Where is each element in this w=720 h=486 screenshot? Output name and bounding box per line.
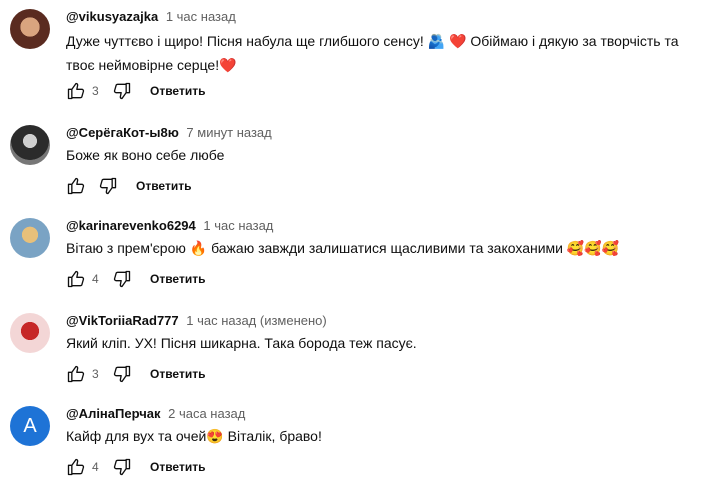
avatar[interactable]: A <box>10 406 50 446</box>
dislike-icon[interactable] <box>98 176 118 196</box>
avatar[interactable] <box>10 313 50 353</box>
comment-actions: Ответить <box>66 174 191 198</box>
text-segment: Обіймаю і дякую за творчість та <box>466 33 679 49</box>
like-icon[interactable] <box>66 176 86 196</box>
hug-emoji: 🫂 <box>427 33 446 49</box>
comment-text: Кайф для вух та очей😍 Віталік, браво! <box>66 424 706 448</box>
timestamp[interactable]: 7 минут назад <box>186 125 271 140</box>
timestamp[interactable]: 1 час назад <box>166 9 236 24</box>
timestamp[interactable]: 1 час назад <box>203 218 273 233</box>
text-segment: Вітаю з прем'єрою <box>66 240 190 256</box>
timestamp[interactable]: 2 часа назад <box>168 406 245 421</box>
reply-button[interactable]: Ответить <box>136 179 191 193</box>
comment-text: Боже як воно себе любе <box>66 143 706 167</box>
text-segment: Віталік, браво! <box>223 428 322 444</box>
dislike-icon[interactable] <box>112 364 132 384</box>
heart-emoji: ❤️ <box>219 57 237 73</box>
comment-text: Дуже чуттєво і щиро! Пісня набула ще гли… <box>66 29 706 77</box>
heart-eyes-emoji: 😍 <box>206 428 224 444</box>
text-segment: Дуже чуттєво і щиро! Пісня набула ще гли… <box>66 33 428 49</box>
text-segment: Кайф для вух та очей <box>66 428 207 444</box>
author-name[interactable]: @СерёгаКот-ы8ю <box>66 125 179 140</box>
reply-button[interactable]: Ответить <box>150 367 205 381</box>
avatar[interactable] <box>10 9 50 49</box>
smiling-face-hearts-emoji: 🥰🥰🥰 <box>566 240 620 256</box>
like-icon[interactable] <box>66 364 86 384</box>
comment-actions: 4 Ответить <box>66 267 205 291</box>
like-count: 4 <box>92 460 99 474</box>
comment-actions: 3 Ответить <box>66 79 205 103</box>
like-icon[interactable] <box>66 269 86 289</box>
like-count: 4 <box>92 272 99 286</box>
dislike-icon[interactable] <box>112 457 132 477</box>
dislike-icon[interactable] <box>112 269 132 289</box>
avatar[interactable] <box>10 125 50 165</box>
avatar-letter: A <box>23 414 37 437</box>
comment-actions: 4 Ответить <box>66 455 205 479</box>
comment-header: @vikusyazajka 1 час назад <box>66 9 236 24</box>
author-name[interactable]: @АлінаПерчак <box>66 406 161 421</box>
fire-emoji: 🔥 <box>189 240 208 256</box>
like-count: 3 <box>92 367 99 381</box>
avatar[interactable] <box>10 218 50 258</box>
like-icon[interactable] <box>66 457 86 477</box>
comment-text: Вітаю з прем'єрою 🔥 бажаю завжди залишат… <box>66 236 706 260</box>
text-segment: бажаю завжди залишатися щасливими та зак… <box>207 240 567 256</box>
reply-button[interactable]: Ответить <box>150 84 205 98</box>
reply-button[interactable]: Ответить <box>150 272 205 286</box>
author-name[interactable]: @karinarevenko6294 <box>66 218 196 233</box>
dislike-icon[interactable] <box>112 81 132 101</box>
comment-text: Який кліп. УХ! Пісня шикарна. Така бород… <box>66 331 706 355</box>
like-icon[interactable] <box>66 81 86 101</box>
comment-header: @karinarevenko6294 1 час назад <box>66 218 273 233</box>
text-segment: Який кліп. УХ! Пісня шикарна. Така бород… <box>66 335 417 351</box>
author-name[interactable]: @VikToriiaRad777 <box>66 313 179 328</box>
text-segment: твоє неймовірне серце! <box>66 57 220 73</box>
reply-button[interactable]: Ответить <box>150 460 205 474</box>
like-count: 3 <box>92 84 99 98</box>
heart-emoji: ❤️ <box>449 33 467 49</box>
comment-header: @АлінаПерчак 2 часа назад <box>66 406 245 421</box>
text-segment: Боже як воно себе любе <box>66 147 225 163</box>
timestamp[interactable]: 1 час назад (изменено) <box>186 313 326 328</box>
author-name[interactable]: @vikusyazajka <box>66 9 158 24</box>
comment-header: @VikToriiaRad777 1 час назад (изменено) <box>66 313 327 328</box>
comment-actions: 3 Ответить <box>66 362 205 386</box>
comment-header: @СерёгаКот-ы8ю 7 минут назад <box>66 125 272 140</box>
